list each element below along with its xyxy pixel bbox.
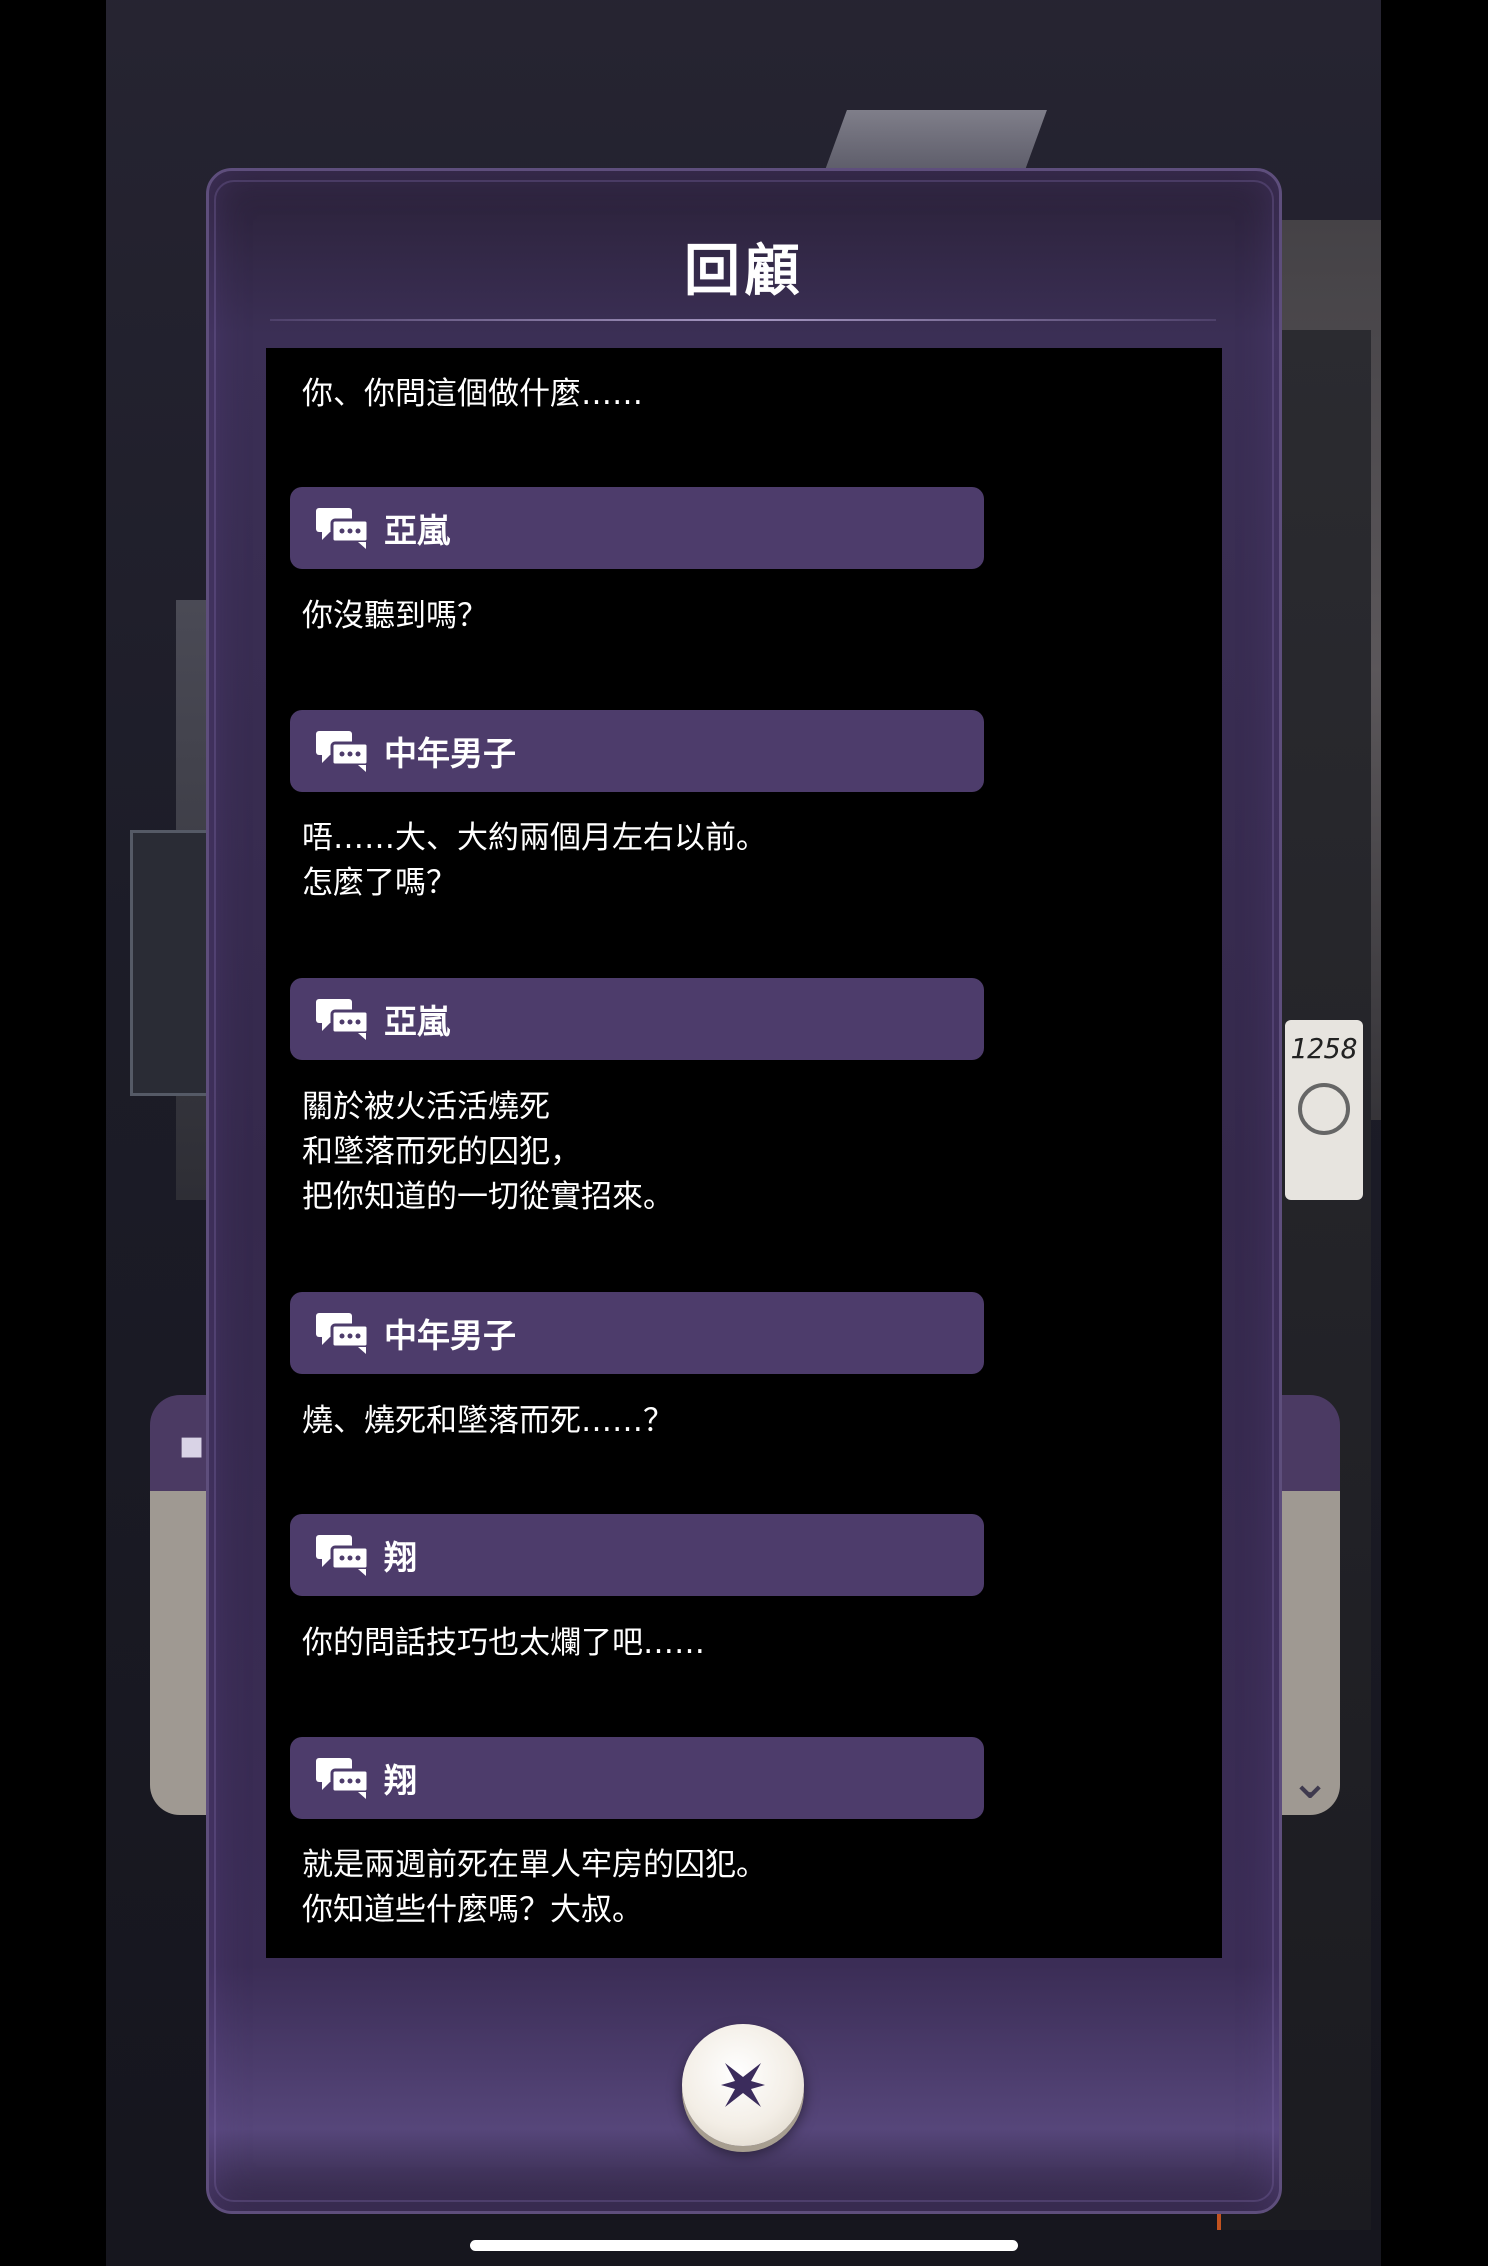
speech-bubbles-icon xyxy=(316,999,370,1040)
badge-number: 1258 xyxy=(1290,1032,1358,1065)
log-line: 你、你問這個做什麼…… xyxy=(302,376,643,412)
speech-bubbles-icon xyxy=(316,731,370,772)
speaker-bar: 翔 xyxy=(290,1737,984,1819)
speech-bubbles-icon xyxy=(316,1313,370,1354)
speaker-bar: 亞嵐 xyxy=(290,487,984,569)
speaker-bar: 亞嵐 xyxy=(290,978,984,1060)
log-line: 關於被火活活燒死 xyxy=(302,1089,550,1125)
log-line: 你的問話技巧也太爛了吧…… xyxy=(302,1625,705,1661)
title-divider xyxy=(270,319,1216,321)
badge-emblem-icon xyxy=(1298,1083,1350,1135)
log-line: 和墜落而死的囚犯， xyxy=(302,1134,581,1170)
ceiling-light xyxy=(825,110,1047,170)
speaker-bar: 中年男子 xyxy=(290,710,984,792)
log-line: 唔……大、大約兩個月左右以前。 xyxy=(302,820,767,856)
log-line: 把你知道的一切從實招來。 xyxy=(302,1179,674,1215)
home-indicator[interactable] xyxy=(470,2240,1018,2251)
review-log[interactable]: 你、你問這個做什麼…… 亞嵐 你沒聽到嗎？ 中年男子 唔……大、大約兩個月左右以… xyxy=(266,348,1222,1958)
log-line: 就是兩週前死在單人牢房的囚犯。 xyxy=(302,1847,767,1883)
dialog-speech-icon: ▪ xyxy=(178,1422,206,1468)
speaker-bar: 中年男子 xyxy=(290,1292,984,1374)
speaker-bar: 翔 xyxy=(290,1514,984,1596)
log-line: 你沒聽到嗎？ xyxy=(302,598,488,634)
speaker-name: 亞嵐 xyxy=(384,1002,450,1041)
close-button[interactable] xyxy=(682,2024,804,2146)
speech-bubbles-icon xyxy=(316,508,370,549)
speech-bubbles-icon xyxy=(316,1758,370,1799)
speech-bubbles-icon xyxy=(316,1535,370,1576)
log-line: 怎麼了嗎？ xyxy=(302,865,457,901)
speaker-name: 中年男子 xyxy=(384,1316,516,1355)
prisoner-badge: 1258 xyxy=(1285,1020,1363,1200)
speaker-name: 亞嵐 xyxy=(384,511,450,550)
log-line: 燒、燒死和墜落而死……？ xyxy=(302,1403,674,1439)
advance-chevron-icon: ⌄ xyxy=(1289,1752,1331,1810)
close-x-icon xyxy=(721,2063,765,2107)
speaker-name: 翔 xyxy=(384,1761,417,1800)
speaker-name: 中年男子 xyxy=(384,734,516,773)
review-title: 回顧 xyxy=(684,239,804,304)
speaker-name: 翔 xyxy=(384,1538,417,1577)
log-line: 你知道些什麼嗎？大叔。 xyxy=(302,1892,643,1928)
